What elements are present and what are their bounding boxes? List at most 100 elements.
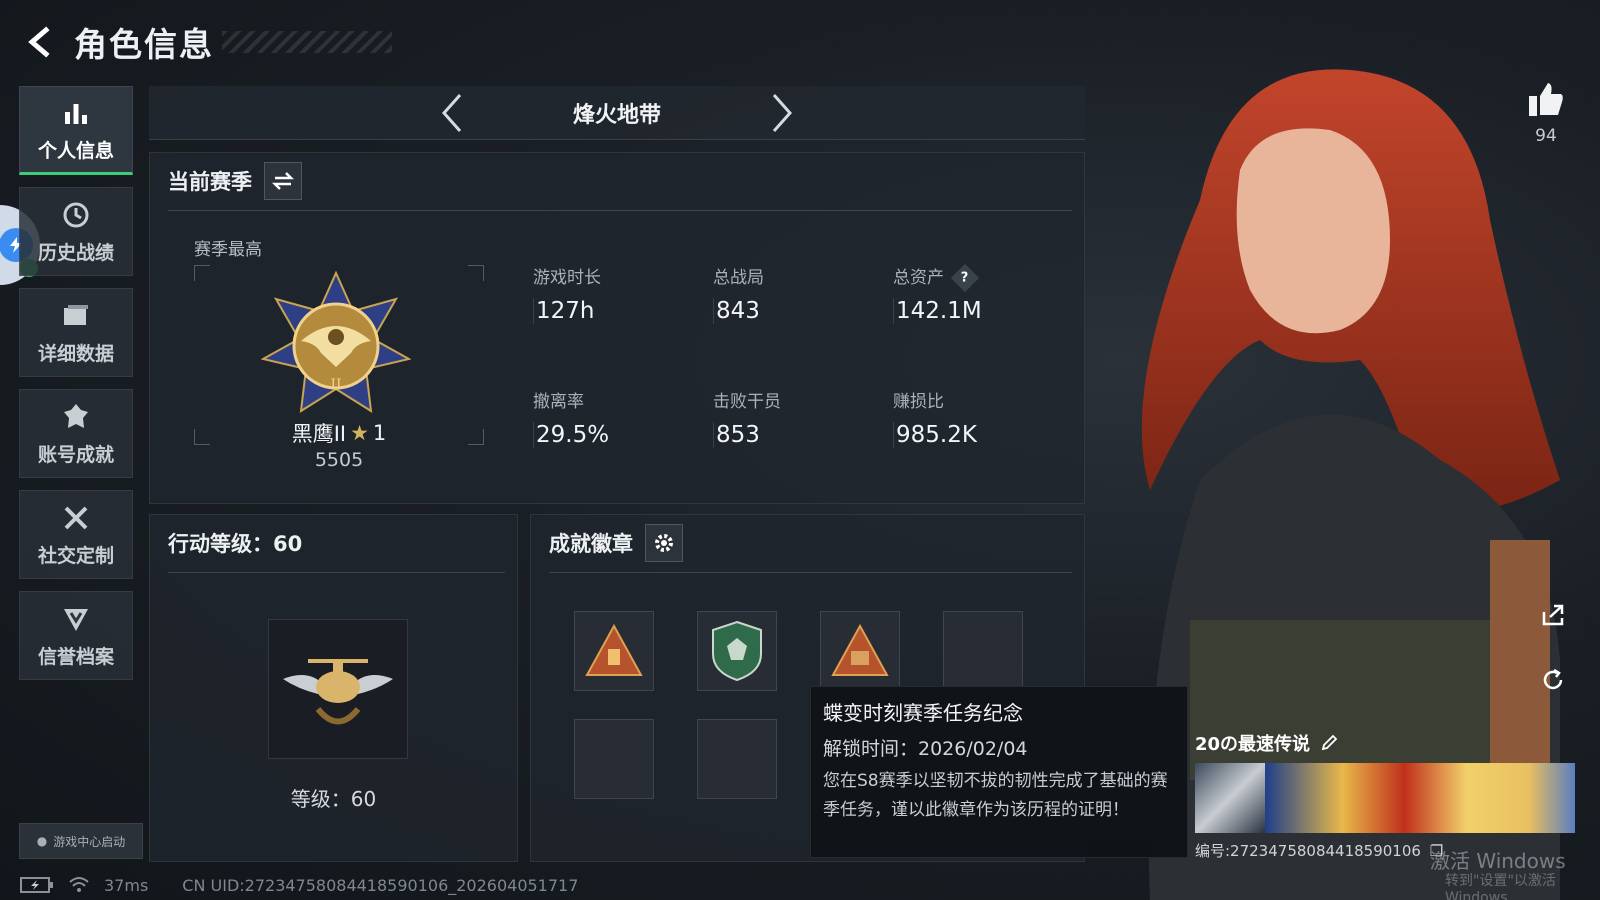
badge-tooltip: 蝶变时刻赛季任务纪念 解锁时间：2026/02/04 您在S8赛季以坚韧不拔的韧… [810,686,1188,858]
badge-slot[interactable] [574,611,654,691]
stat-label: 游戏时长 [533,268,601,288]
side-nav: 个人信息 历史战绩 详细数据 账号成就 社交定制 信誉档案 [19,86,134,692]
stat-value: 843 [713,298,883,324]
stat-label: 赚损比 [893,392,944,412]
refresh-icon [1543,668,1563,690]
season-title: 当前赛季 [168,170,252,194]
windows-watermark-sub: 转到"设置"以激活 Windows [1445,873,1556,900]
stat-label-text: 总资产 [893,268,944,288]
stat-play-time: 游戏时长 127h [533,263,703,324]
badge-settings-button[interactable] [645,524,683,562]
stat-label: 总战局 [713,268,764,288]
bar-chart-icon [59,96,93,130]
stat-value: 29.5% [533,422,703,448]
rank-name: 黑鹰II ★ 1 [274,418,404,448]
nav-credit-record[interactable]: 信誉档案 [19,591,133,680]
page-title: 角色信息 [74,25,214,64]
season-switch-button[interactable] [264,162,302,200]
nav-label: 账号成就 [37,444,114,466]
badges-title: 成就徽章 [549,532,633,556]
back-arrow-icon [28,26,50,58]
stat-label: 击败干员 [713,392,781,412]
wifi-icon [69,877,89,892]
rank-stars: 1 [372,421,387,445]
title-decoration [222,31,392,53]
nav-detailed-data[interactable]: 详细数据 [19,288,133,377]
badge-slot[interactable] [697,611,777,691]
stat-label: 撤离率 [533,392,584,412]
game-center-launch-button[interactable]: ● 游戏中心启动 [19,823,143,859]
nav-label: 历史战绩 [37,242,114,264]
like-count: 94 [1535,126,1557,146]
profile-card-title: 20の最速传说 [1195,730,1338,756]
shield-icon [59,602,93,636]
achievement-icon [59,400,93,434]
ping: 37ms [104,875,149,895]
header: 角色信息 [20,18,392,66]
switch-icon [272,172,294,190]
mode-prev-button[interactable] [432,90,472,136]
chevron-right-icon [772,93,793,132]
rank-emblem-icon: II [261,271,411,413]
share-button[interactable] [1533,595,1573,635]
game-center-label: 游戏中心启动 [53,834,126,849]
divider [168,210,1072,211]
nav-label: 个人信息 [37,140,114,162]
share-icon [1542,604,1564,626]
tooltip-unlock-time: 解锁时间：2026/02/04 [823,738,1028,760]
mode-next-button[interactable] [762,90,802,136]
back-button[interactable] [20,22,60,62]
nav-social-customization[interactable]: 社交定制 [19,490,133,579]
nav-account-achievements[interactable]: 账号成就 [19,389,133,478]
tooltip-title: 蝶变时刻赛季任务纪念 [823,701,1023,725]
nav-history[interactable]: 历史战绩 [19,187,133,276]
nav-label: 信誉档案 [37,646,114,668]
help-icon: ? [961,270,970,286]
stat-value: 853 [713,422,883,448]
edit-icon[interactable] [1320,734,1338,752]
profile-card-id: 编号:272347580844185901​06 ❐ [1195,840,1443,861]
folder-icon [59,299,93,333]
profile-card-banner[interactable] [1195,763,1575,833]
stat-total-assets: 总资产 ? 142.1M [893,263,1063,324]
action-level-title: 行动等级：60 [168,532,303,556]
battery-icon [20,877,53,893]
stat-extract-rate: 撤离率 29.5% [533,387,703,448]
bell-icon: ● [36,834,48,848]
stat-value: 127h [533,298,703,324]
gear-icon [655,534,673,552]
rotate-button[interactable] [1533,660,1573,700]
nav-label: 详细数据 [37,343,114,365]
tools-icon [59,501,93,535]
s8-badge-icon [831,623,889,676]
badge-slot-empty[interactable] [697,719,777,799]
badge-slot-empty[interactable] [574,719,654,799]
badge-slot-s8[interactable] [820,611,900,691]
stat-value: 142.1M [893,298,1063,324]
stat-value: 985.2K [893,422,1063,448]
stat-operators-defeated: 击败干员 853 [713,387,883,448]
helicopter-emblem-icon [283,659,393,725]
rank-name-text: 黑鹰II [291,422,347,446]
season-panel: 当前赛季 赛季最高 II 黑鹰II ★ 1 5505 游戏时长 127h 总战局 [149,152,1085,504]
uid-text: CN UID:27234758084418590106_202604051717 [182,875,579,895]
thumbs-up-button[interactable] [1526,80,1566,120]
profile-card-title-text: 20の最速传说 [1195,734,1311,755]
svg-text:II: II [330,377,341,393]
nav-personal-info[interactable]: 个人信息 [19,86,133,175]
mode-selector: 烽火地带 [149,86,1085,140]
history-icon [59,198,93,232]
badge-slot-empty[interactable] [943,611,1023,691]
stat-total-matches: 总战局 843 [713,263,883,324]
tooltip-description: 您在S8赛季以坚韧不拔的韧性完成了基础的赛季任务，谨以此徽章作为该历程的证明！ [823,771,1168,820]
action-level-panel: 行动等级：60 等级：60 [149,514,518,862]
rank-points: 5505 [314,449,364,471]
help-button[interactable]: ? [951,263,980,293]
like-widget: 94 [1516,80,1576,146]
level-emblem-frame[interactable] [268,619,408,759]
chevron-left-icon [441,93,462,132]
stat-profit-loss-ratio: 赚损比 985.2K [893,387,1063,448]
divider [168,572,505,573]
star-icon: ★ [350,421,369,445]
triangle-badge-icon [585,623,643,676]
